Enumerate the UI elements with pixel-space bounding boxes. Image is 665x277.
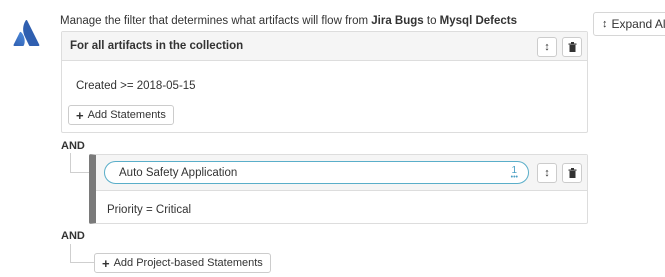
and-operator-2: AND	[61, 230, 85, 242]
and-operator-1: AND	[61, 140, 85, 152]
collection-reorder-button[interactable]: ↕	[537, 37, 557, 57]
project-name: Auto Safety Application	[119, 166, 238, 179]
source-name: Jira Bugs	[371, 15, 424, 27]
collection-statement[interactable]: Created >= 2018-05-15	[76, 80, 196, 92]
project-selector[interactable]: Auto Safety Application 1 •••	[104, 161, 529, 184]
collection-card-title: For all artifacts in the collection	[70, 40, 244, 52]
up-down-arrow-icon: ↕	[544, 41, 550, 53]
project-delete-button[interactable]	[562, 163, 582, 183]
add-statements-label: Add Statements	[87, 109, 166, 121]
project-reorder-button[interactable]: ↕	[537, 163, 557, 183]
up-down-arrow-icon: ↕	[544, 167, 550, 179]
more-dots-icon: •••	[510, 174, 518, 181]
description-middle: to	[423, 15, 440, 27]
add-statements-button[interactable]: + Add Statements	[68, 105, 174, 125]
plus-icon: +	[76, 107, 84, 123]
trash-icon	[568, 168, 577, 178]
trash-icon	[568, 42, 577, 52]
plus-icon: +	[102, 255, 110, 271]
collection-filter-card: For all artifacts in the collection ↕ Cr…	[61, 31, 588, 133]
filter-editor: Manage the filter that determines what a…	[0, 0, 665, 277]
filter-description: Manage the filter that determines what a…	[60, 15, 517, 27]
project-statement[interactable]: Priority = Critical	[107, 204, 191, 216]
project-count-badge[interactable]: 1 •••	[510, 166, 518, 182]
up-down-arrow-icon: ↕	[602, 18, 608, 30]
target-name: Mysql Defects	[439, 15, 518, 27]
collection-card-header: For all artifacts in the collection	[62, 32, 587, 61]
tree-connector-1	[70, 153, 89, 173]
collection-delete-button[interactable]	[562, 37, 582, 57]
atlassian-logo-icon	[12, 18, 42, 48]
add-project-statements-button[interactable]: + Add Project-based Statements	[94, 253, 271, 273]
expand-all-button[interactable]: ↕ Expand All	[593, 12, 665, 36]
add-project-statements-label: Add Project-based Statements	[113, 257, 263, 269]
description-prefix: Manage the filter that determines what a…	[60, 15, 372, 27]
project-card-header: Auto Safety Application 1 ••• ↕	[96, 155, 587, 191]
tree-connector-2	[70, 244, 94, 263]
project-filter-card: Auto Safety Application 1 ••• ↕ Priority…	[89, 154, 588, 224]
expand-all-label: Expand All	[611, 17, 665, 31]
